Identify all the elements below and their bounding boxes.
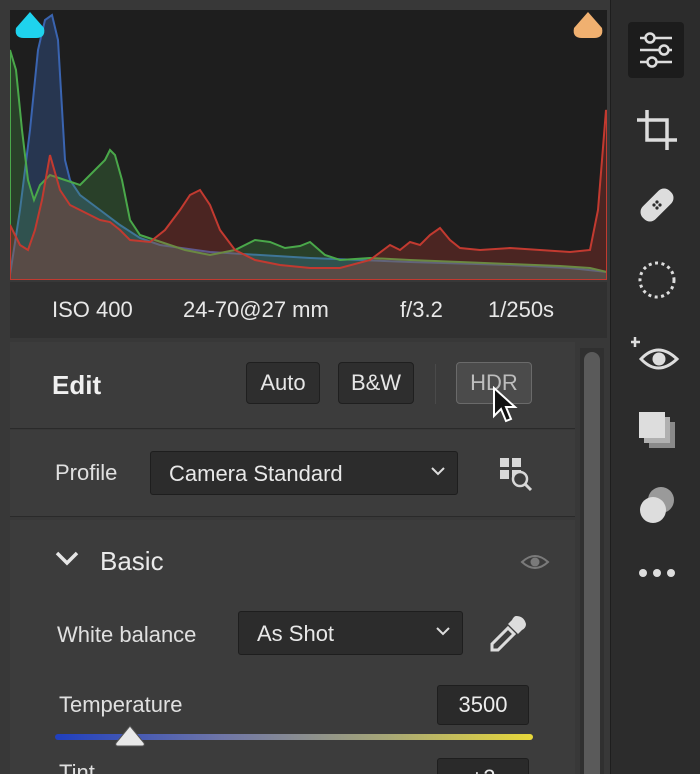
red-eye-icon[interactable] [631, 333, 681, 377]
white-balance-label: White balance [57, 622, 197, 647]
bw-button[interactable]: B&W [338, 362, 414, 404]
chevron-down-icon [436, 627, 450, 636]
more-icon[interactable] [635, 558, 679, 588]
chevron-down-icon [431, 467, 445, 476]
basic-title: Basic [100, 546, 164, 576]
divider [435, 364, 436, 404]
shutter-value: 1/250s [488, 297, 555, 322]
basic-section: Basic White balance As Shot Temperature … [10, 520, 575, 774]
masking-icon[interactable] [635, 258, 679, 302]
edit-sliders-icon[interactable] [628, 22, 684, 78]
highlight-clipping-icon[interactable] [570, 10, 606, 42]
edit-panel: ISO 400 24-70@27 mm f/3.2 1/250s Edit Au… [0, 0, 610, 774]
profile-browser-icon[interactable] [498, 456, 534, 492]
white-balance-value: As Shot [257, 621, 335, 646]
eye-icon[interactable] [520, 552, 550, 572]
auto-button[interactable]: Auto [246, 362, 320, 404]
eyedropper-icon[interactable] [488, 612, 530, 654]
temperature-slider-thumb[interactable] [114, 725, 146, 747]
presets-icon[interactable] [635, 408, 679, 452]
shadow-clipping-icon[interactable] [12, 10, 48, 42]
temperature-label: Temperature [59, 692, 183, 717]
edit-header: Edit Auto B&W HDR [10, 342, 575, 429]
profile-dropdown[interactable]: Camera Standard [150, 451, 458, 495]
tint-label: Tint [59, 760, 95, 774]
chevron-down-icon[interactable] [54, 550, 80, 568]
snapshots-icon[interactable] [635, 483, 679, 527]
healing-icon[interactable] [635, 183, 679, 227]
right-toolbar [610, 0, 700, 774]
profile-row: Profile Camera Standard [10, 430, 575, 517]
camera-info-bar: ISO 400 24-70@27 mm f/3.2 1/250s [10, 282, 607, 338]
mouse-cursor-icon [493, 386, 518, 423]
crop-icon[interactable] [635, 108, 679, 152]
iso-value: ISO 400 [52, 297, 133, 322]
histogram-graph [10, 13, 607, 280]
tint-input[interactable]: +2 [437, 758, 529, 774]
white-balance-dropdown[interactable]: As Shot [238, 611, 463, 655]
profile-label: Profile [55, 460, 118, 485]
profile-value: Camera Standard [169, 461, 343, 486]
edit-title: Edit [52, 370, 102, 400]
scrollbar-thumb[interactable] [584, 352, 600, 774]
aperture-value: f/3.2 [400, 297, 443, 322]
lens-value: 24-70@27 mm [183, 297, 329, 322]
histogram [10, 10, 607, 280]
temperature-input[interactable]: 3500 [437, 685, 529, 725]
